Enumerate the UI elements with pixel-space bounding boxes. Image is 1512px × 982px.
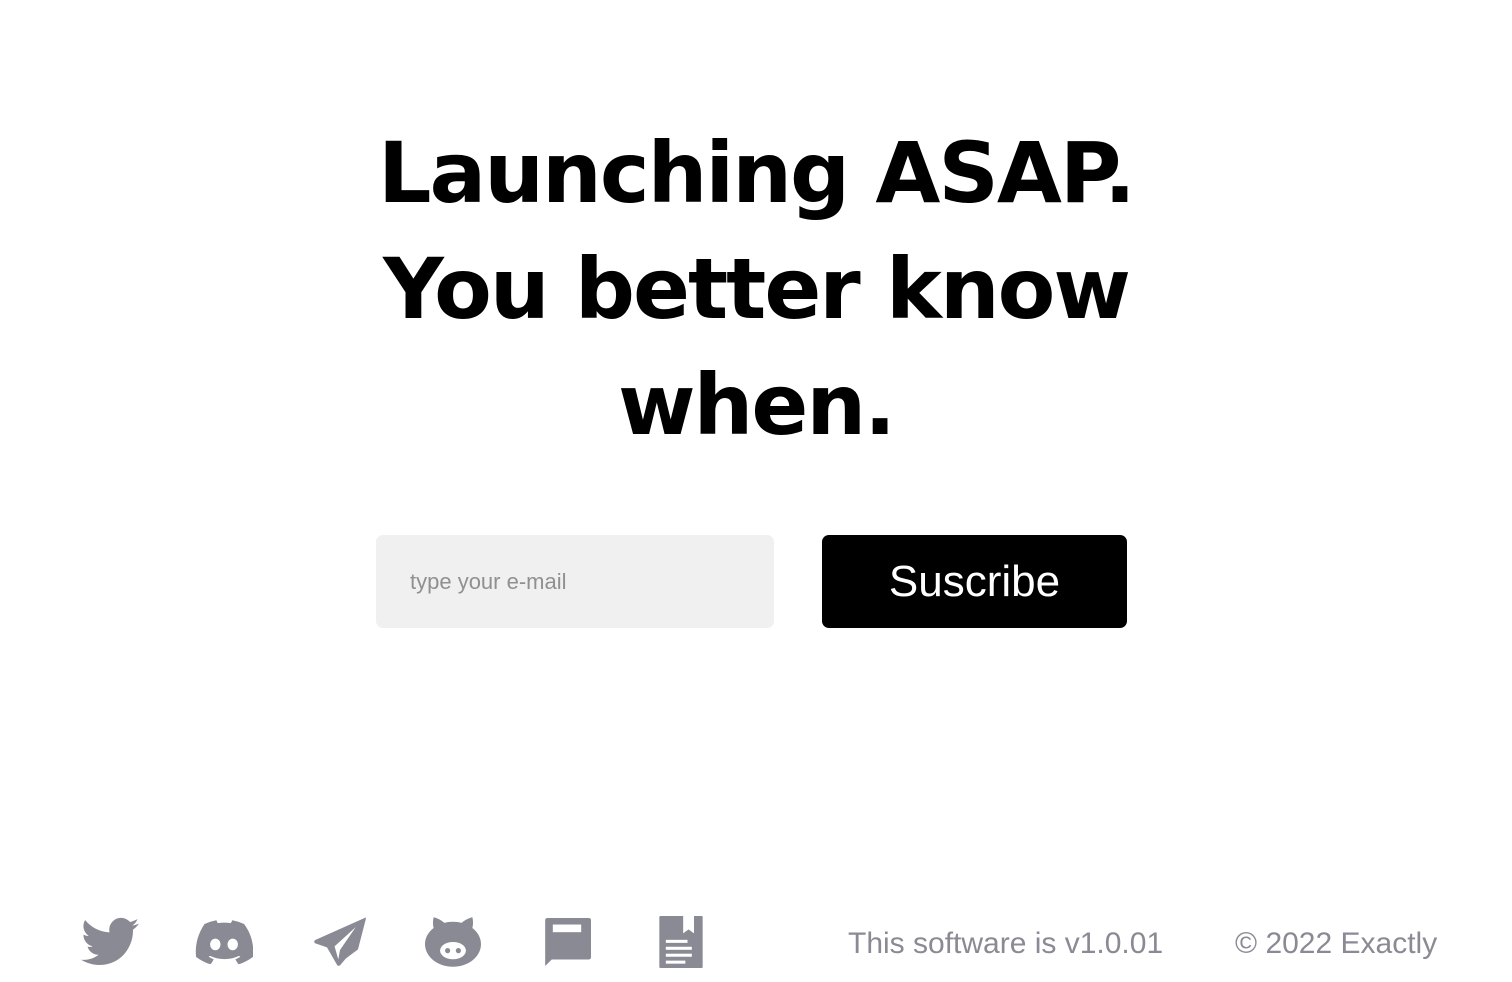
hero-title-line-2: You better know xyxy=(383,240,1131,338)
hero-title-line-3: when. xyxy=(617,356,896,454)
blog-link[interactable] xyxy=(537,912,597,972)
telegram-icon xyxy=(314,917,366,966)
docs-link[interactable] xyxy=(651,912,711,972)
hero-title: Launching ASAP. You better know when. xyxy=(300,115,1212,463)
discord-icon xyxy=(195,920,253,964)
discord-link[interactable] xyxy=(194,912,254,972)
github-icon xyxy=(425,917,481,967)
subscribe-button[interactable]: Suscribe xyxy=(822,535,1127,628)
twitter-link[interactable] xyxy=(80,912,140,972)
github-link[interactable] xyxy=(423,912,483,972)
email-field[interactable] xyxy=(376,535,774,628)
telegram-link[interactable] xyxy=(310,912,370,972)
docs-icon xyxy=(659,916,703,968)
version-text: This software is v1.0.01 xyxy=(848,927,1164,960)
twitter-icon xyxy=(81,917,139,965)
hero-title-line-1: Launching ASAP. xyxy=(378,124,1136,222)
copyright-text: © 2022 Exactly xyxy=(1235,927,1438,960)
blog-icon xyxy=(545,918,591,966)
